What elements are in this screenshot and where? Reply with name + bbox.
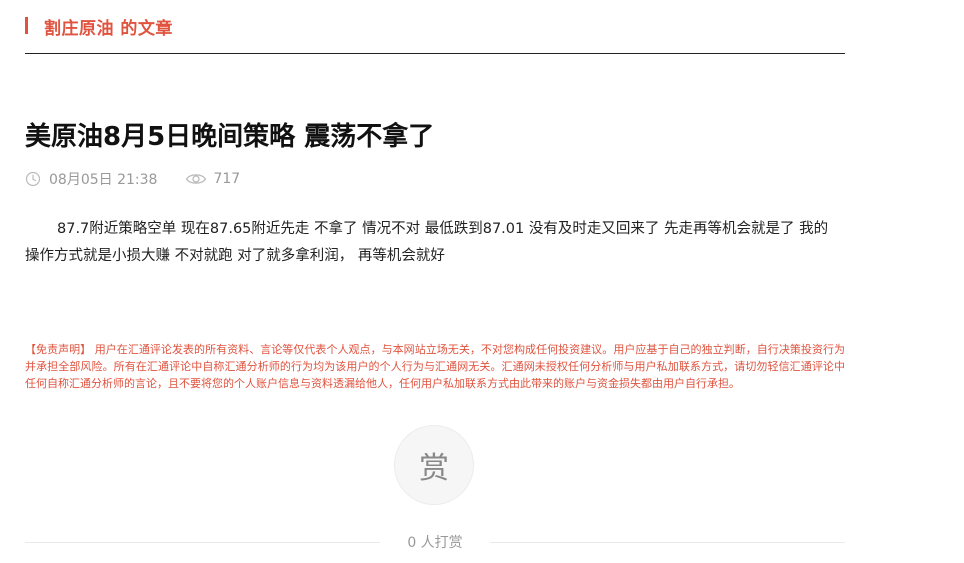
section-accent-bar	[25, 17, 28, 34]
disclaimer: 【免责声明】 用户在汇通评论发表的所有资料、言论等仅代表个人观点，与本网站立场无…	[25, 343, 845, 390]
reward-count: 0 人打赏	[407, 535, 463, 551]
reward-button-label: 赏	[419, 451, 449, 486]
publish-time: 08月05日 21:38	[49, 172, 158, 188]
section-header: 割庄原油 的文章	[25, 13, 845, 54]
reward-count-row: 0 人打赏	[25, 530, 845, 554]
reward-button[interactable]: 赏	[394, 425, 474, 505]
divider-left	[25, 542, 380, 543]
view-count: 717	[213, 171, 241, 187]
clock-icon	[25, 171, 41, 187]
section-title[interactable]: 割庄原油 的文章	[44, 14, 173, 39]
article-body: 87.7附近策略空单 现在87.65附近先走 不拿了 情况不对 最低跌到87.0…	[25, 221, 829, 264]
article-page: 割庄原油 的文章 美原油8月5日晚间策略 震荡不拿了 08月05日 21:38 …	[0, 0, 964, 563]
eye-icon	[185, 171, 207, 187]
divider-right	[490, 542, 845, 543]
article-title: 美原油8月5日晚间策略 震荡不拿了	[25, 122, 435, 152]
article-meta: 08月05日 21:38 717	[25, 168, 240, 190]
